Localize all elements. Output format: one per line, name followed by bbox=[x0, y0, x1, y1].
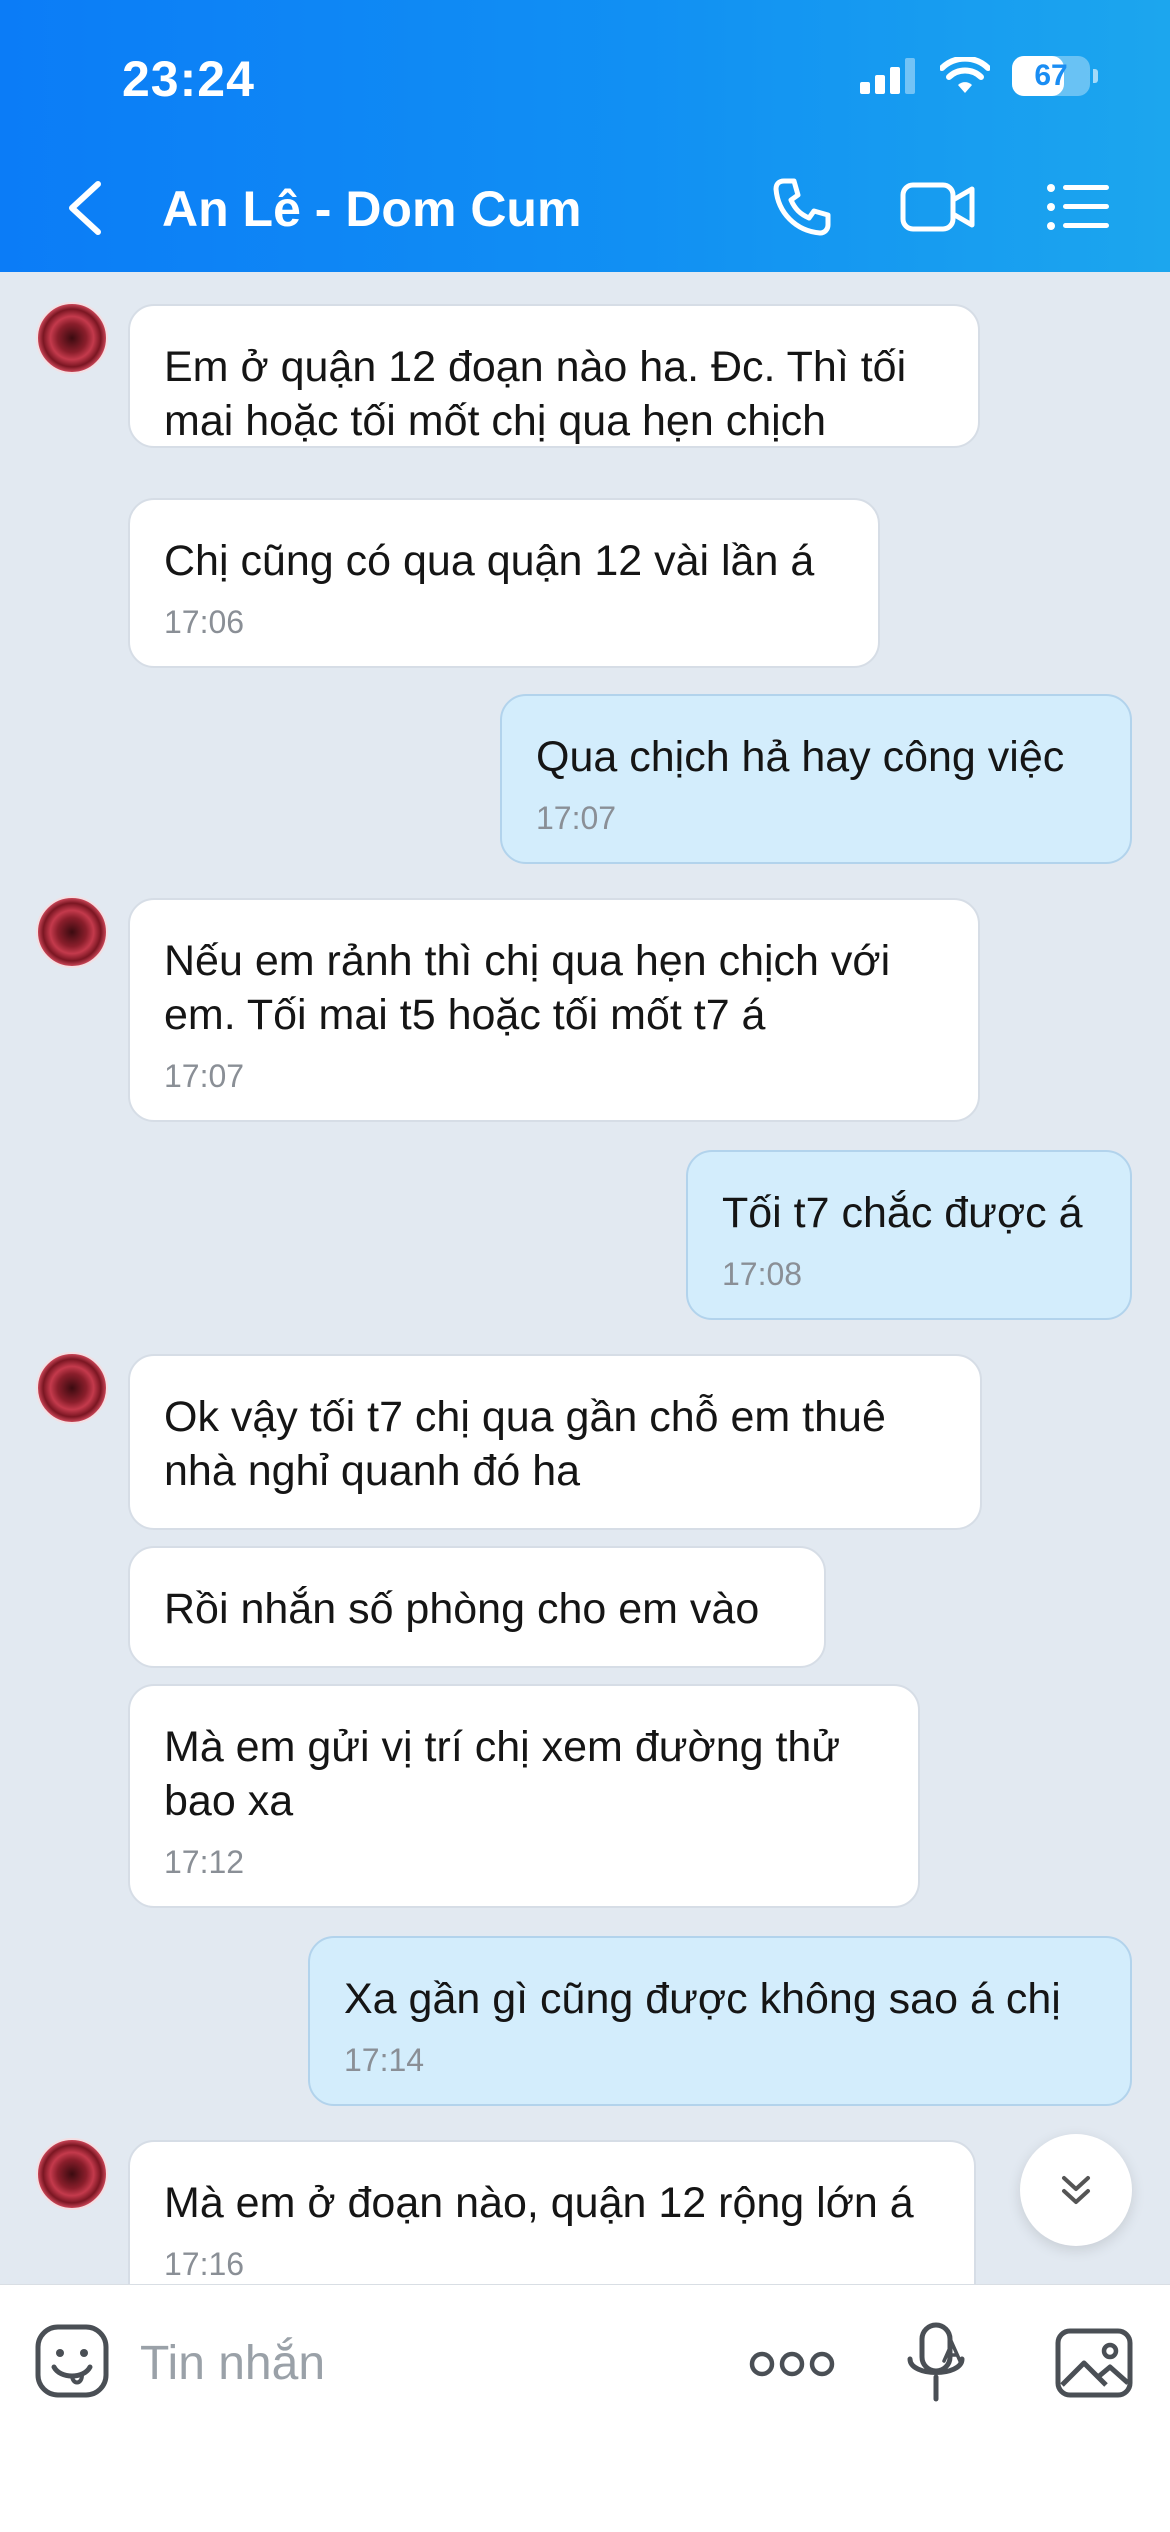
message-text: Mà em gửi vị trí chị xem đường thử bao x… bbox=[164, 1723, 841, 1825]
message-input[interactable] bbox=[140, 2325, 700, 2401]
more-dots-icon bbox=[749, 2351, 835, 2377]
message-text: Em ở quận 12 đoạn nào ha. Đc. Thì tối ma… bbox=[164, 343, 907, 445]
video-camera-icon bbox=[900, 182, 975, 232]
message-list[interactable]: Em ở quận 12 đoạn nào ha. Đc. Thì tối ma… bbox=[0, 272, 1170, 2284]
message-bubble-outgoing[interactable]: Xa gần gì cũng được không sao á chị 17:1… bbox=[308, 1936, 1132, 2106]
message-time: 17:12 bbox=[164, 1844, 245, 1880]
image-icon bbox=[1055, 2328, 1133, 2398]
status-icons: 67 bbox=[860, 56, 1098, 96]
message-bubble-incoming[interactable]: Chị cũng có qua quận 12 vài lần á 17:06 bbox=[128, 498, 880, 668]
sticker-button[interactable] bbox=[34, 2323, 110, 2399]
voice-message-button[interactable] bbox=[900, 2321, 976, 2405]
message-text: Ok vậy tối t7 chị qua gần chỗ em thuê nh… bbox=[164, 1393, 886, 1495]
message-text: Nếu em rảnh thì chị qua hẹn chịch với em… bbox=[164, 937, 891, 1039]
phone-icon bbox=[773, 178, 831, 236]
scroll-to-bottom-button[interactable] bbox=[1020, 2134, 1132, 2246]
battery-indicator: 67 bbox=[1012, 56, 1098, 96]
message-time: 17:08 bbox=[722, 1256, 803, 1292]
message-bubble-incoming[interactable]: Em ở quận 12 đoạn nào ha. Đc. Thì tối ma… bbox=[128, 304, 980, 448]
message-time: 17:16 bbox=[164, 2246, 245, 2282]
message-time: 17:07 bbox=[164, 1058, 245, 1094]
avatar[interactable] bbox=[36, 2138, 108, 2210]
avatar[interactable] bbox=[36, 302, 108, 374]
message-bubble-incoming[interactable]: Mà em gửi vị trí chị xem đường thử bao x… bbox=[128, 1684, 920, 1908]
status-time: 23:24 bbox=[122, 51, 255, 107]
send-image-button[interactable] bbox=[1054, 2325, 1134, 2401]
message-time: 17:14 bbox=[344, 2042, 425, 2078]
message-text: Xa gần gì cũng được không sao á chị bbox=[344, 1975, 1061, 2023]
battery-nub bbox=[1093, 69, 1098, 83]
microphone-icon bbox=[907, 2322, 965, 2402]
back-button[interactable] bbox=[60, 178, 110, 238]
chevron-left-icon bbox=[69, 181, 101, 235]
battery-level: 67 bbox=[1034, 59, 1068, 92]
message-bubble-incoming[interactable]: Ok vậy tối t7 chị qua gần chỗ em thuê nh… bbox=[128, 1354, 982, 1530]
message-text: Mà em ở đoạn nào, quận 12 rộng lớn á bbox=[164, 2179, 914, 2227]
message-bubble-incoming[interactable]: Nếu em rảnh thì chị qua hẹn chịch với em… bbox=[128, 898, 980, 1122]
chat-header: 23:24 67 An Lê - Dom Cum bbox=[0, 0, 1170, 272]
more-options-button[interactable] bbox=[748, 2329, 836, 2399]
cellular-signal-icon bbox=[860, 58, 915, 94]
sticker-face-icon bbox=[35, 2324, 109, 2398]
avatar[interactable] bbox=[36, 1352, 108, 1424]
message-text: Tối t7 chắc được á bbox=[722, 1189, 1083, 1237]
list-menu-icon bbox=[1047, 184, 1109, 230]
message-text: Chị cũng có qua quận 12 vài lần á bbox=[164, 537, 815, 585]
message-text: Qua chịch hả hay công việc bbox=[536, 733, 1065, 781]
message-time: 17:06 bbox=[164, 604, 245, 640]
chat-title[interactable]: An Lê - Dom Cum bbox=[162, 180, 581, 238]
wifi-icon bbox=[940, 57, 990, 93]
chat-options-button[interactable] bbox=[1040, 172, 1116, 242]
avatar[interactable] bbox=[36, 896, 108, 968]
message-bubble-incoming[interactable]: Rồi nhắn số phòng cho em vào bbox=[128, 1546, 826, 1668]
message-time: 17:07 bbox=[536, 800, 617, 836]
call-button[interactable] bbox=[764, 172, 840, 242]
message-text: Rồi nhắn số phòng cho em vào bbox=[164, 1585, 760, 1633]
composer-bar bbox=[0, 2284, 1170, 2532]
message-bubble-outgoing[interactable]: Qua chịch hả hay công việc 17:07 bbox=[500, 694, 1132, 864]
message-bubble-incoming[interactable]: Mà em ở đoạn nào, quận 12 rộng lớn á 17:… bbox=[128, 2140, 976, 2284]
double-chevron-down-icon bbox=[1062, 2176, 1090, 2204]
video-call-button[interactable] bbox=[900, 172, 976, 242]
message-bubble-outgoing[interactable]: Tối t7 chắc được á 17:08 bbox=[686, 1150, 1132, 1320]
